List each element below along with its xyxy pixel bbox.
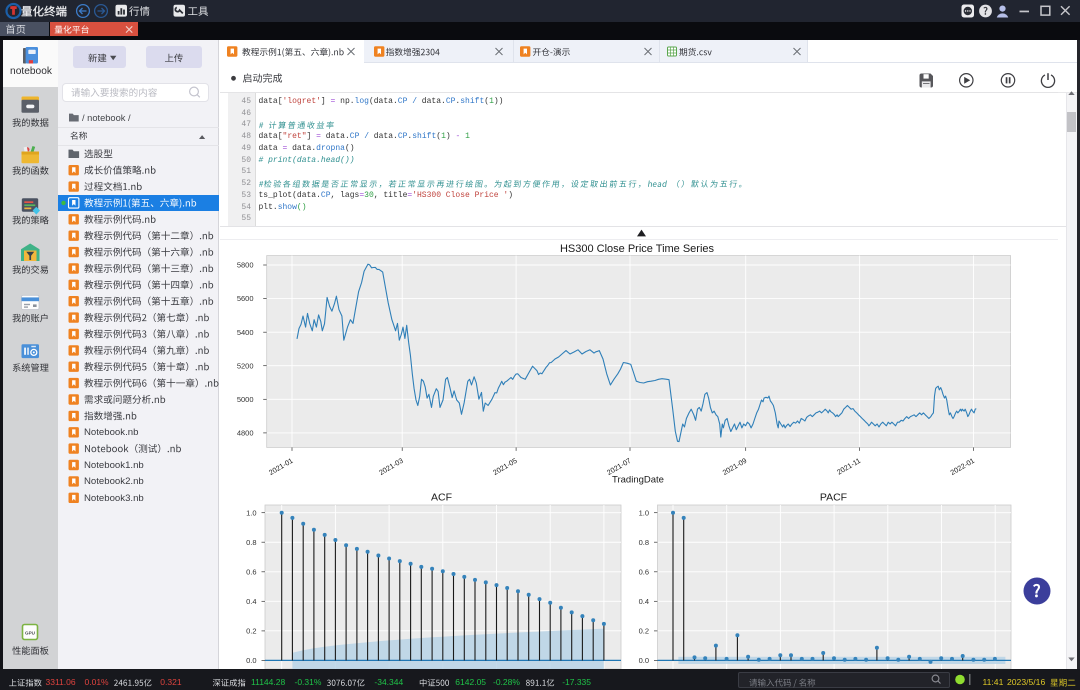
svg-text:5600: 5600 <box>237 294 254 303</box>
svg-text:2021-01: 2021-01 <box>267 456 294 477</box>
svg-text:0.6: 0.6 <box>639 567 649 576</box>
svg-text:0.8: 0.8 <box>639 538 649 547</box>
svg-text:0.4: 0.4 <box>639 597 649 606</box>
svg-text:2022-01: 2022-01 <box>949 456 976 477</box>
svg-text:HS300 Close Price Time Series: HS300 Close Price Time Series <box>560 243 715 255</box>
svg-text:1.0: 1.0 <box>639 508 649 517</box>
svg-text:0.0: 0.0 <box>639 656 649 665</box>
svg-text:0.8: 0.8 <box>246 538 256 547</box>
svg-text:5400: 5400 <box>237 328 254 337</box>
svg-text:0.6: 0.6 <box>246 567 256 576</box>
svg-text:TradingDate: TradingDate <box>612 475 664 486</box>
svg-text:5800: 5800 <box>237 261 254 270</box>
svg-text:PACF: PACF <box>820 492 847 504</box>
svg-text:2021-09: 2021-09 <box>721 456 748 477</box>
svg-text:0.2: 0.2 <box>246 627 256 636</box>
svg-text:4800: 4800 <box>237 429 254 438</box>
svg-text:2021-03: 2021-03 <box>377 456 404 477</box>
svg-text:0.0: 0.0 <box>246 656 256 665</box>
svg-text:2021-11: 2021-11 <box>835 456 862 477</box>
svg-text:0.2: 0.2 <box>639 627 649 636</box>
svg-text:ACF: ACF <box>431 492 452 504</box>
svg-text:5000: 5000 <box>237 395 254 404</box>
svg-text:0.4: 0.4 <box>246 597 256 606</box>
svg-text:1.0: 1.0 <box>246 508 256 517</box>
svg-text:2021-05: 2021-05 <box>491 456 518 477</box>
svg-text:5200: 5200 <box>237 361 254 370</box>
